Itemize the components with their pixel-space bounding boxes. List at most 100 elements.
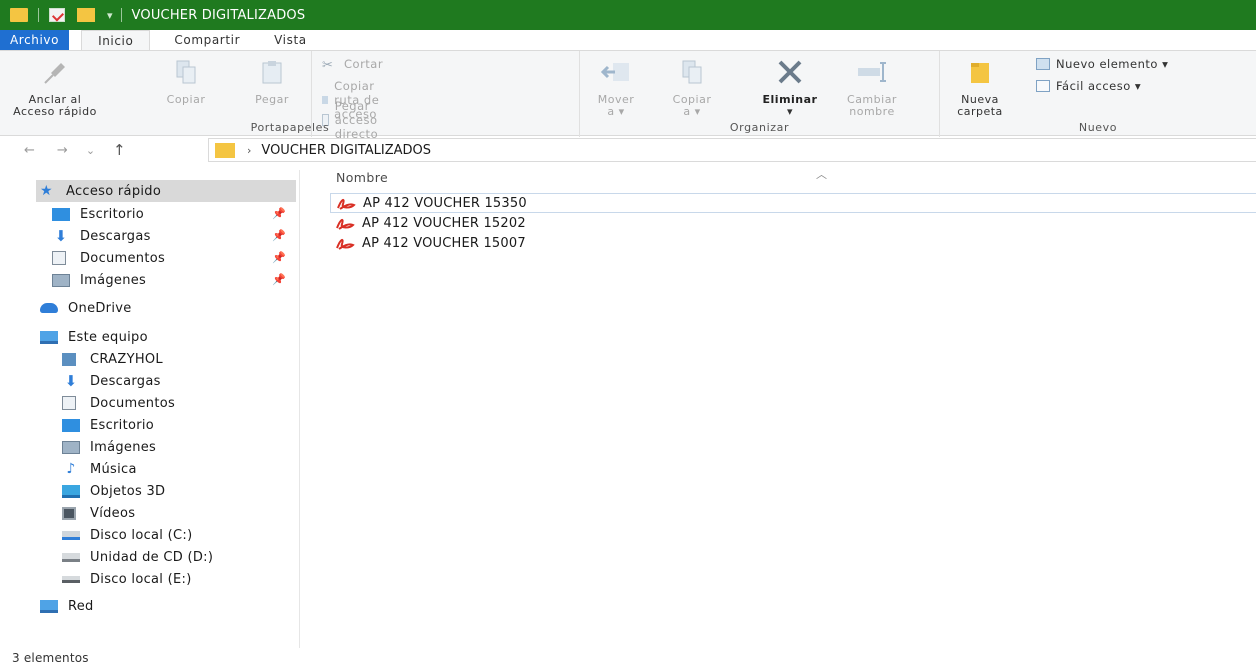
folder-icon[interactable] [10, 8, 28, 22]
file-row[interactable]: AP 412 VOUCHER 15007 [330, 233, 526, 253]
paste-button[interactable]: Pegar [248, 59, 296, 106]
pin-label-line2: Acceso rápido [13, 105, 97, 118]
new-folder-button[interactable]: Nueva carpeta [952, 59, 1008, 118]
tab-inicio[interactable]: Inicio [81, 30, 151, 50]
easy-access-label: Fácil acceso ▾ [1056, 79, 1142, 93]
tab-vista[interactable]: Vista [264, 30, 317, 50]
nav-item-imagenes-pc[interactable]: Imágenes [62, 436, 156, 458]
file-row[interactable]: AP 412 VOUCHER 15202 [330, 213, 526, 233]
downloads-icon: ⬇ [54, 226, 68, 245]
pin-icon[interactable]: 📌 [272, 207, 286, 220]
copy-button[interactable]: Copiar [162, 59, 210, 106]
nav-item-objetos-3d[interactable]: Objetos 3D [62, 480, 165, 502]
nav-label: Unidad de CD (D:) [90, 549, 214, 565]
group-label-nuevo: Nuevo [1078, 121, 1118, 134]
tab-compartir[interactable]: Compartir [164, 30, 250, 50]
recent-locations-button[interactable]: ⌄ [86, 144, 95, 157]
nav-item-escritorio-pc[interactable]: Escritorio [62, 414, 154, 436]
copy-to-button[interactable]: Copiar a ▾ [670, 59, 714, 118]
nav-item-este-equipo[interactable]: Este equipo [40, 326, 148, 348]
breadcrumb-separator[interactable]: › [247, 144, 251, 157]
move-to-icon [600, 63, 629, 81]
file-name: AP 412 VOUCHER 15350 [363, 195, 527, 211]
nav-item-descargas[interactable]: ⬇ Descargas [52, 225, 151, 247]
status-item-count: 3 elementos [12, 651, 89, 664]
pin-icon [44, 63, 65, 84]
pdf-icon [336, 218, 355, 230]
file-row[interactable]: AP 412 VOUCHER 15350 [330, 193, 1256, 213]
documents-icon [52, 251, 66, 265]
forward-button[interactable]: → [57, 143, 68, 158]
nav-item-crazyhol[interactable]: CRAZYHOL [62, 348, 163, 370]
network-user-icon [62, 352, 76, 366]
group-portapapeles-small [312, 51, 580, 137]
pictures-icon [52, 273, 70, 287]
pictures-icon [62, 440, 80, 454]
nav-label: OneDrive [68, 300, 132, 316]
nav-label: Escritorio [90, 417, 155, 433]
nav-item-documentos[interactable]: Documentos [52, 247, 165, 269]
pin-icon[interactable]: 📌 [272, 229, 286, 242]
nav-label: Documentos [80, 250, 166, 266]
delete-dropdown[interactable]: ▾ [762, 106, 818, 118]
toolbar-separator [38, 8, 39, 22]
nav-item-imagenes[interactable]: Imágenes [52, 269, 146, 291]
rename-button[interactable]: Cambiar nombre [842, 59, 902, 118]
title-bar[interactable]: ▾ VOUCHER DIGITALIZADOS [0, 0, 1256, 30]
new-item-icon [1036, 58, 1050, 70]
nav-item-onedrive[interactable]: OneDrive [40, 297, 132, 319]
toolbar-separator [120, 8, 122, 22]
new-folder-icon[interactable] [77, 8, 95, 22]
move-to-label-line2: a ▾ [607, 105, 625, 118]
nav-item-cd-d[interactable]: Unidad de CD (D:) [62, 546, 213, 568]
videos-icon [62, 506, 76, 520]
pin-quick-access-button[interactable]: Anclar al Acceso rápido [12, 59, 98, 118]
nav-item-musica[interactable]: ♪ Música [62, 458, 137, 480]
new-folder-icon [971, 63, 989, 83]
paste-icon [262, 61, 282, 84]
nav-label: Descargas [90, 373, 161, 389]
nav-label: Disco local (E:) [90, 571, 192, 587]
group-portapapeles: Anclar al Acceso rápido Copiar Pegar ✂ C… [0, 51, 383, 141]
back-button[interactable]: ← [24, 143, 35, 158]
nav-item-descargas-pc[interactable]: ⬇ Descargas [62, 370, 161, 392]
delete-icon [778, 60, 802, 84]
properties-icon[interactable] [49, 8, 65, 22]
nav-item-red[interactable]: Red [40, 595, 94, 617]
nav-label: Disco local (C:) [90, 527, 193, 543]
nav-label: Vídeos [90, 505, 136, 521]
onedrive-cloud-icon [40, 303, 58, 313]
delete-button[interactable]: Eliminar ▾ [762, 59, 818, 118]
navigation-pane[interactable]: ★ Acceso rápido Escritorio 📌 ⬇ Descargas… [0, 170, 300, 648]
nav-item-acceso-rapido[interactable]: ★ Acceso rápido [36, 180, 296, 202]
downloads-icon: ⬇ [64, 371, 78, 390]
nav-item-disco-e[interactable]: Disco local (E:) [62, 568, 192, 590]
computer-icon [40, 330, 58, 344]
up-button[interactable]: ↑ [113, 141, 126, 159]
documents-icon [62, 396, 76, 410]
column-header-nombre[interactable]: Nombre [336, 170, 388, 185]
nav-item-videos[interactable]: Vídeos [62, 502, 135, 524]
star-icon: ★ [40, 183, 53, 199]
address-field[interactable]: › VOUCHER DIGITALIZADOS [208, 138, 1256, 162]
ribbon: Anclar al Acceso rápido Copiar Pegar ✂ C… [0, 50, 1256, 141]
music-icon: ♪ [66, 460, 76, 477]
pin-icon[interactable]: 📌 [272, 273, 286, 286]
rename-label-line2: nombre [849, 105, 895, 118]
nav-label: Escritorio [80, 206, 145, 222]
new-item-button[interactable]: Nuevo elemento ▾ [1036, 57, 1168, 71]
nav-item-documentos-pc[interactable]: Documentos [62, 392, 175, 414]
address-row: ← → ⌄ ↑ › VOUCHER DIGITALIZADOS [0, 138, 1256, 162]
objects-3d-icon [62, 484, 80, 498]
easy-access-button[interactable]: Fácil acceso ▾ [1036, 79, 1141, 93]
pin-icon[interactable]: 📌 [272, 251, 286, 264]
move-to-button[interactable]: Mover a ▾ [594, 59, 638, 118]
tab-archivo[interactable]: Archivo [0, 30, 70, 50]
customize-toolbar-dropdown[interactable]: ▾ [107, 9, 113, 22]
nav-item-disco-c[interactable]: Disco local (C:) [62, 524, 192, 546]
nav-label: Descargas [80, 228, 151, 244]
breadcrumb-current[interactable]: VOUCHER DIGITALIZADOS [261, 143, 431, 158]
new-item-label: Nuevo elemento ▾ [1056, 57, 1169, 71]
window-title: VOUCHER DIGITALIZADOS [131, 7, 306, 23]
nav-item-escritorio[interactable]: Escritorio [52, 203, 144, 225]
